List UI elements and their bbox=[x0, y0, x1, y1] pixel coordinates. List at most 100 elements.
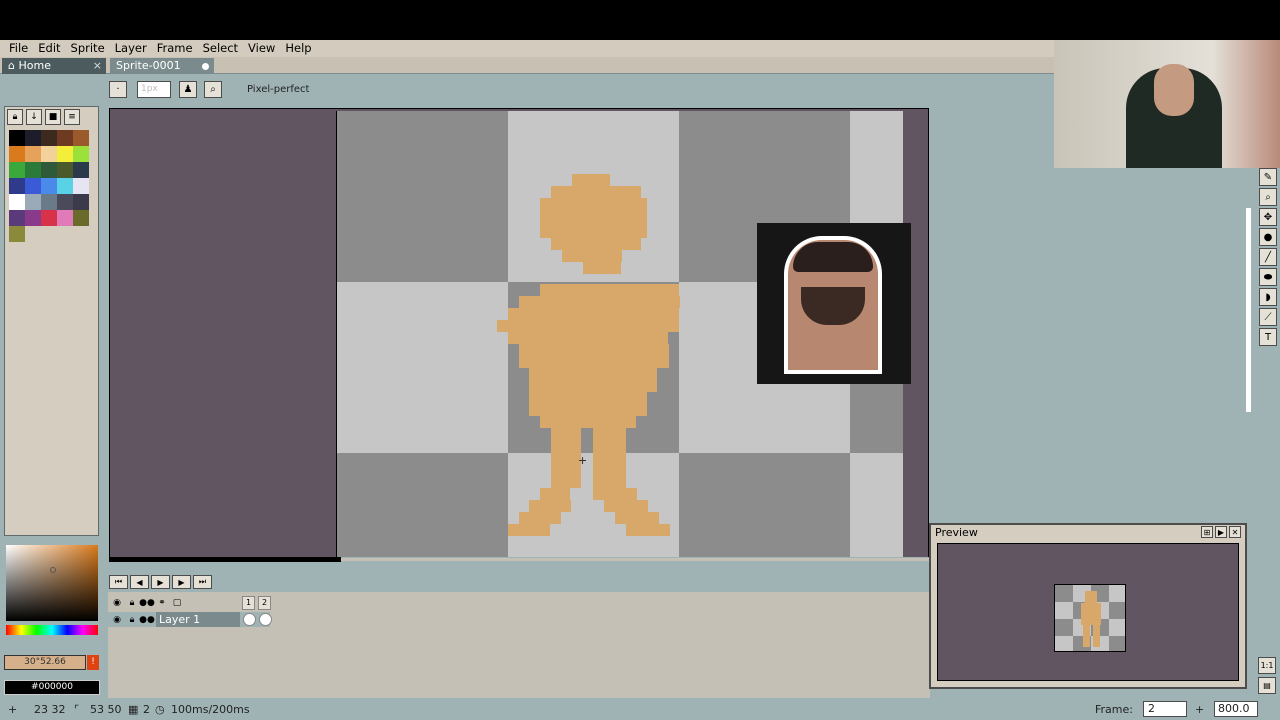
palette-swatch[interactable] bbox=[73, 178, 89, 194]
palette-swatch[interactable] bbox=[9, 146, 25, 162]
palette-swatch[interactable] bbox=[25, 130, 41, 146]
palette-swatch[interactable] bbox=[41, 194, 57, 210]
menu-file[interactable]: File bbox=[4, 40, 33, 57]
contour-icon: ◗ bbox=[1265, 291, 1271, 303]
palette-swatch[interactable] bbox=[57, 130, 73, 146]
add-frame-icon[interactable]: + bbox=[1195, 703, 1204, 716]
editor-vertical-scrollbar[interactable] bbox=[1246, 208, 1251, 412]
palette-swatch[interactable] bbox=[41, 210, 57, 226]
palette-swatch[interactable] bbox=[57, 178, 73, 194]
palette-swatch[interactable] bbox=[25, 146, 41, 162]
palette-swatch[interactable] bbox=[9, 162, 25, 178]
palette-swatch[interactable] bbox=[41, 178, 57, 194]
palette-swatch[interactable] bbox=[41, 146, 57, 162]
palette-options-button[interactable]: ■ bbox=[45, 109, 61, 125]
brush-type-button[interactable]: · bbox=[109, 81, 127, 98]
color-picker-marker[interactable] bbox=[50, 567, 56, 573]
color-warning-icon[interactable]: ! bbox=[87, 655, 99, 670]
palette-swatch[interactable] bbox=[57, 210, 73, 226]
menu-help[interactable]: Help bbox=[280, 40, 316, 57]
background-color-button[interactable]: #000000 bbox=[4, 680, 100, 695]
contour-tool[interactable]: ◗ bbox=[1259, 288, 1277, 306]
zoom-tool[interactable]: ⌕ bbox=[1259, 188, 1277, 206]
palette-swatch[interactable] bbox=[25, 162, 41, 178]
preview-play-button[interactable]: ▶ bbox=[1215, 526, 1227, 538]
frame-header-2[interactable]: 2 bbox=[258, 596, 271, 610]
menu-view[interactable]: View bbox=[243, 40, 280, 57]
preview-close-button[interactable]: ✕ bbox=[1229, 526, 1241, 538]
eye-icon[interactable]: ◉ bbox=[111, 597, 123, 609]
palette-lock-button[interactable]: 🔒︎ bbox=[7, 109, 23, 125]
palette-swatch[interactable] bbox=[9, 210, 25, 226]
palette-swatch[interactable] bbox=[57, 146, 73, 162]
menu-sprite[interactable]: Sprite bbox=[66, 40, 110, 57]
tab-home[interactable]: ⌂ Home × bbox=[2, 58, 106, 74]
onion-skin-icon[interactable]: ●● bbox=[139, 597, 155, 609]
hue-slider[interactable] bbox=[6, 625, 98, 635]
preview-viewport[interactable] bbox=[937, 543, 1239, 681]
opacity-button[interactable]: ⌕ bbox=[204, 81, 222, 98]
menu-select[interactable]: Select bbox=[198, 40, 243, 57]
next-frame-button[interactable]: ▶ bbox=[172, 575, 191, 589]
bucket-icon: ● bbox=[1263, 231, 1273, 243]
blur-tool[interactable]: ⟋ bbox=[1259, 308, 1277, 326]
layer-visible-icon[interactable]: ◉ bbox=[111, 614, 123, 626]
palette-swatch[interactable] bbox=[25, 210, 41, 226]
fill-tool[interactable]: ● bbox=[1259, 228, 1277, 246]
palette-menu-button[interactable]: ≡ bbox=[64, 109, 80, 125]
timeline-toggle-button[interactable]: ▤ bbox=[1258, 677, 1276, 694]
frame-input[interactable]: 2 bbox=[1143, 701, 1187, 717]
editor-horizontal-scrollbar[interactable] bbox=[109, 557, 931, 562]
foreground-color-button[interactable]: 30°52.66 bbox=[4, 655, 86, 670]
color-spectrum-field[interactable] bbox=[6, 545, 98, 621]
cel-frame-1[interactable] bbox=[243, 613, 256, 626]
palette-swatch[interactable] bbox=[9, 194, 25, 210]
pixel-perfect-label[interactable]: Pixel-perfect bbox=[247, 84, 309, 95]
palette-swatch[interactable] bbox=[57, 194, 73, 210]
cels-icon[interactable]: ▢ bbox=[171, 597, 183, 609]
last-frame-button[interactable]: ⏭ bbox=[193, 575, 212, 589]
zoom-input[interactable]: 800.0 bbox=[1214, 701, 1258, 717]
link-icon[interactable]: ⚭ bbox=[156, 597, 168, 609]
fit-screen-button[interactable]: 1:1 bbox=[1258, 657, 1276, 674]
palette-swatch[interactable] bbox=[73, 146, 89, 162]
palette-swatch[interactable] bbox=[41, 130, 57, 146]
menu-frame[interactable]: Frame bbox=[152, 40, 198, 57]
palette-swatch[interactable] bbox=[41, 162, 57, 178]
layer-link-icon[interactable]: ●● bbox=[139, 614, 155, 626]
first-frame-button[interactable]: ⏮ bbox=[109, 575, 128, 589]
close-tab-icon[interactable]: × bbox=[93, 58, 102, 74]
palette-swatch[interactable] bbox=[25, 178, 41, 194]
home-icon: ⌂ bbox=[8, 59, 19, 72]
palette-swatch[interactable] bbox=[9, 130, 25, 146]
palette-swatch[interactable] bbox=[73, 210, 89, 226]
play-button[interactable]: ▶ bbox=[151, 575, 170, 589]
menu-edit[interactable]: Edit bbox=[33, 40, 65, 57]
scroll-thumb[interactable] bbox=[109, 557, 341, 562]
text-tool[interactable]: T bbox=[1259, 328, 1277, 346]
scroll-track[interactable] bbox=[341, 558, 931, 561]
palette-swatch[interactable] bbox=[73, 130, 89, 146]
ellipse-tool[interactable]: ⬬ bbox=[1259, 268, 1277, 286]
layer-lock-icon[interactable]: 🔒︎ bbox=[126, 614, 138, 626]
line-tool[interactable]: ╱ bbox=[1259, 248, 1277, 266]
palette-swatch[interactable] bbox=[25, 194, 41, 210]
ink-type-button[interactable]: ♟ bbox=[179, 81, 197, 98]
layer-name[interactable]: Layer 1 bbox=[156, 612, 240, 627]
eyedropper-tool[interactable]: ✎ bbox=[1259, 168, 1277, 186]
palette-swatch[interactable] bbox=[57, 162, 73, 178]
palette-swatch[interactable] bbox=[9, 178, 25, 194]
frame-header-1[interactable]: 1 bbox=[242, 596, 255, 610]
palette-swatch[interactable] bbox=[9, 226, 25, 242]
prev-frame-button[interactable]: ◀ bbox=[130, 575, 149, 589]
move-tool[interactable]: ✥ bbox=[1259, 208, 1277, 226]
brush-size-input[interactable]: 1px bbox=[137, 81, 171, 98]
preview-center-button[interactable]: ⊞ bbox=[1201, 526, 1213, 538]
palette-swatch[interactable] bbox=[73, 194, 89, 210]
lock-icon[interactable]: 🔒︎ bbox=[126, 597, 138, 609]
menu-layer[interactable]: Layer bbox=[110, 40, 152, 57]
palette-swatch[interactable] bbox=[73, 162, 89, 178]
cel-frame-2[interactable] bbox=[259, 613, 272, 626]
palette-sort-button[interactable]: ↓ bbox=[26, 109, 42, 125]
tab-sprite-0001[interactable]: Sprite-0001 bbox=[110, 58, 214, 74]
